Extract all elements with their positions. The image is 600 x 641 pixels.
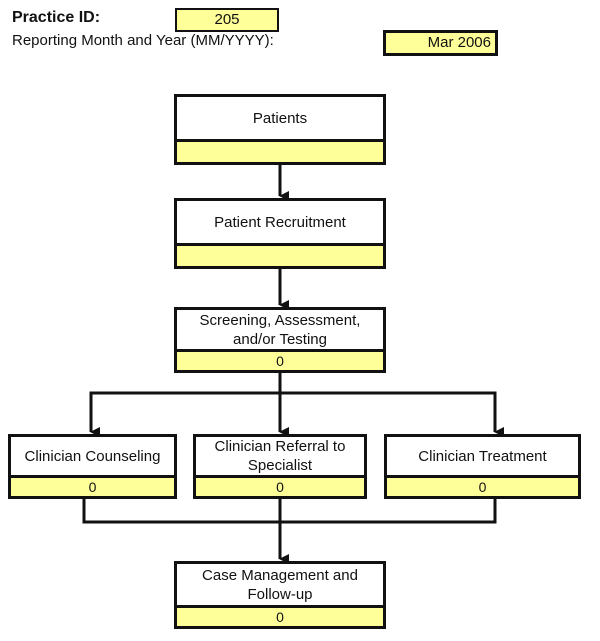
treatment-value-field[interactable]: 0 [387, 475, 578, 496]
referral-title: Clinician Referral to Specialist [214, 438, 346, 474]
connector-merge-horizontal [82, 498, 497, 524]
case-management-box: Case Management and Follow-up 0 [174, 561, 386, 629]
counseling-value-field[interactable]: 0 [11, 475, 174, 496]
screening-box: Screening, Assessment, and/or Testing 0 [174, 307, 386, 373]
patients-title: Patients [252, 109, 308, 127]
recruitment-value-field[interactable] [177, 243, 383, 266]
counseling-title: Clinician Counseling [24, 447, 161, 465]
referral-box: Clinician Referral to Specialist 0 [193, 434, 367, 499]
recruitment-title: Patient Recruitment [214, 213, 346, 231]
case-management-value-field[interactable]: 0 [177, 605, 383, 626]
patients-box: Patients [174, 94, 386, 165]
connector-split-horizontal [89, 391, 497, 432]
screening-value-field[interactable]: 0 [177, 349, 383, 370]
treatment-title: Clinician Treatment [418, 447, 547, 465]
counseling-box: Clinician Counseling 0 [8, 434, 177, 499]
case-management-title: Case Management and Follow-up [202, 566, 358, 603]
recruitment-box: Patient Recruitment [174, 198, 386, 269]
screening-title: Screening, Assessment, and/or Testing [199, 311, 361, 348]
referral-value-field[interactable]: 0 [196, 475, 364, 496]
treatment-box: Clinician Treatment 0 [384, 434, 581, 499]
patients-value-field[interactable] [177, 139, 383, 162]
